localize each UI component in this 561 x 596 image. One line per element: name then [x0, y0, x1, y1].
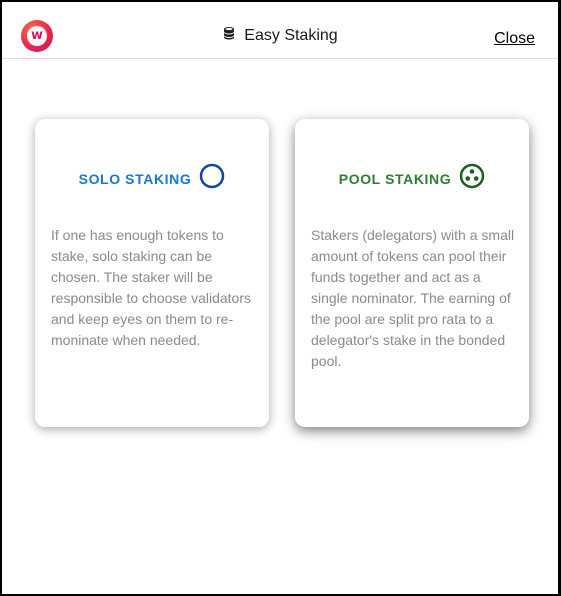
page-title: Easy Staking — [244, 26, 338, 44]
pool-staking-header: POOL STAKING — [295, 163, 529, 194]
solo-staking-description: If one has enough tokens to stake, solo … — [51, 227, 252, 348]
pool-staking-card[interactable]: POOL STAKING Stakers (delegators) with a… — [295, 119, 529, 427]
pool-staking-title: POOL STAKING — [338, 170, 452, 187]
coins-stack-icon — [222, 26, 236, 45]
easy-staking-window: w Easy Staking Close SOLO STAKING If one… — [0, 0, 561, 596]
header: w Easy Staking Close — [2, 2, 558, 59]
circle-outline-icon — [199, 163, 225, 194]
solo-staking-card[interactable]: SOLO STAKING If one has enough tokens to… — [35, 119, 269, 427]
page-title-group: Easy Staking — [2, 26, 558, 45]
solo-staking-header: SOLO STAKING — [35, 163, 269, 194]
pool-staking-description: Stakers (delegators) with a small amount… — [311, 227, 515, 369]
solo-staking-title: SOLO STAKING — [78, 170, 192, 187]
close-button[interactable]: Close — [494, 30, 535, 48]
pool-circles-icon — [459, 163, 485, 194]
